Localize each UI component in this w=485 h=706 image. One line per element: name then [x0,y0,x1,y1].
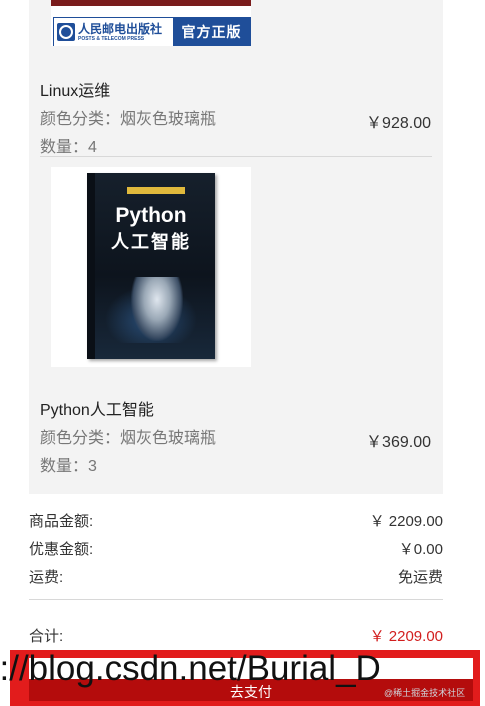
summary-discount-row: 优惠金额: ￥0.00 [29,538,443,559]
summary-total-label: 合计: [29,628,64,645]
product-price: ￥928.00 [366,115,431,132]
summary-total-row: 合计: ￥ 2209.00 [29,625,443,646]
summary-shipping-value: 免运费 [397,569,443,586]
product-quantity: 数量：3 [40,458,97,475]
publisher-name-cn: 人民邮电出版社 [78,21,163,36]
book-cover: Python 人工智能 [87,173,215,359]
url-watermark: s://blog.csdn.net/Burial_D [0,649,381,688]
summary-shipping-label: 运费: [29,569,64,586]
item-divider [40,156,432,157]
product-attribute: 颜色分类：烟灰色玻璃瓶 [40,111,217,128]
robot-figure-icon [131,277,183,341]
book-cover-strip [51,0,251,6]
publisher-logo-icon [57,23,75,41]
book-cover-title: Python [115,204,187,227]
summary-goods-row: 商品金额: ￥ 2209.00 [29,510,443,531]
summary-shipping-row: 运费: 免运费 [29,566,443,587]
product-name[interactable]: Python人工智能 [40,396,154,420]
cart-items-panel: 人民邮电出版社 POSTS & TELECOM PRESS 官方正版 Linux… [29,0,443,494]
summary-total-value: ￥ 2209.00 [369,628,443,645]
credit-watermark: @稀土掘金技术社区 [384,688,466,698]
official-badge: 官方正版 [173,18,250,46]
publisher-name-en: POSTS & TELECOM PRESS [78,35,145,42]
summary-discount-label: 优惠金额: [29,541,94,558]
product-image-python[interactable]: Python 人工智能 [51,167,251,367]
summary-divider [29,599,443,600]
book-cover-subtitle: 人工智能 [111,232,191,252]
product-quantity: 数量：4 [40,139,97,156]
product-price: ￥369.00 [366,434,431,451]
publisher-banner: 人民邮电出版社 POSTS & TELECOM PRESS 官方正版 [53,17,251,46]
summary-discount-value: ￥0.00 [398,541,443,558]
summary-goods-label: 商品金额: [29,513,94,530]
book-series-tag [127,187,185,194]
product-image-linux[interactable]: 人民邮电出版社 POSTS & TELECOM PRESS 官方正版 [51,0,251,46]
product-attribute: 颜色分类：烟灰色玻璃瓶 [40,430,217,447]
summary-goods-value: ￥ 2209.00 [369,513,443,530]
product-name[interactable]: Linux运维 [40,77,110,101]
